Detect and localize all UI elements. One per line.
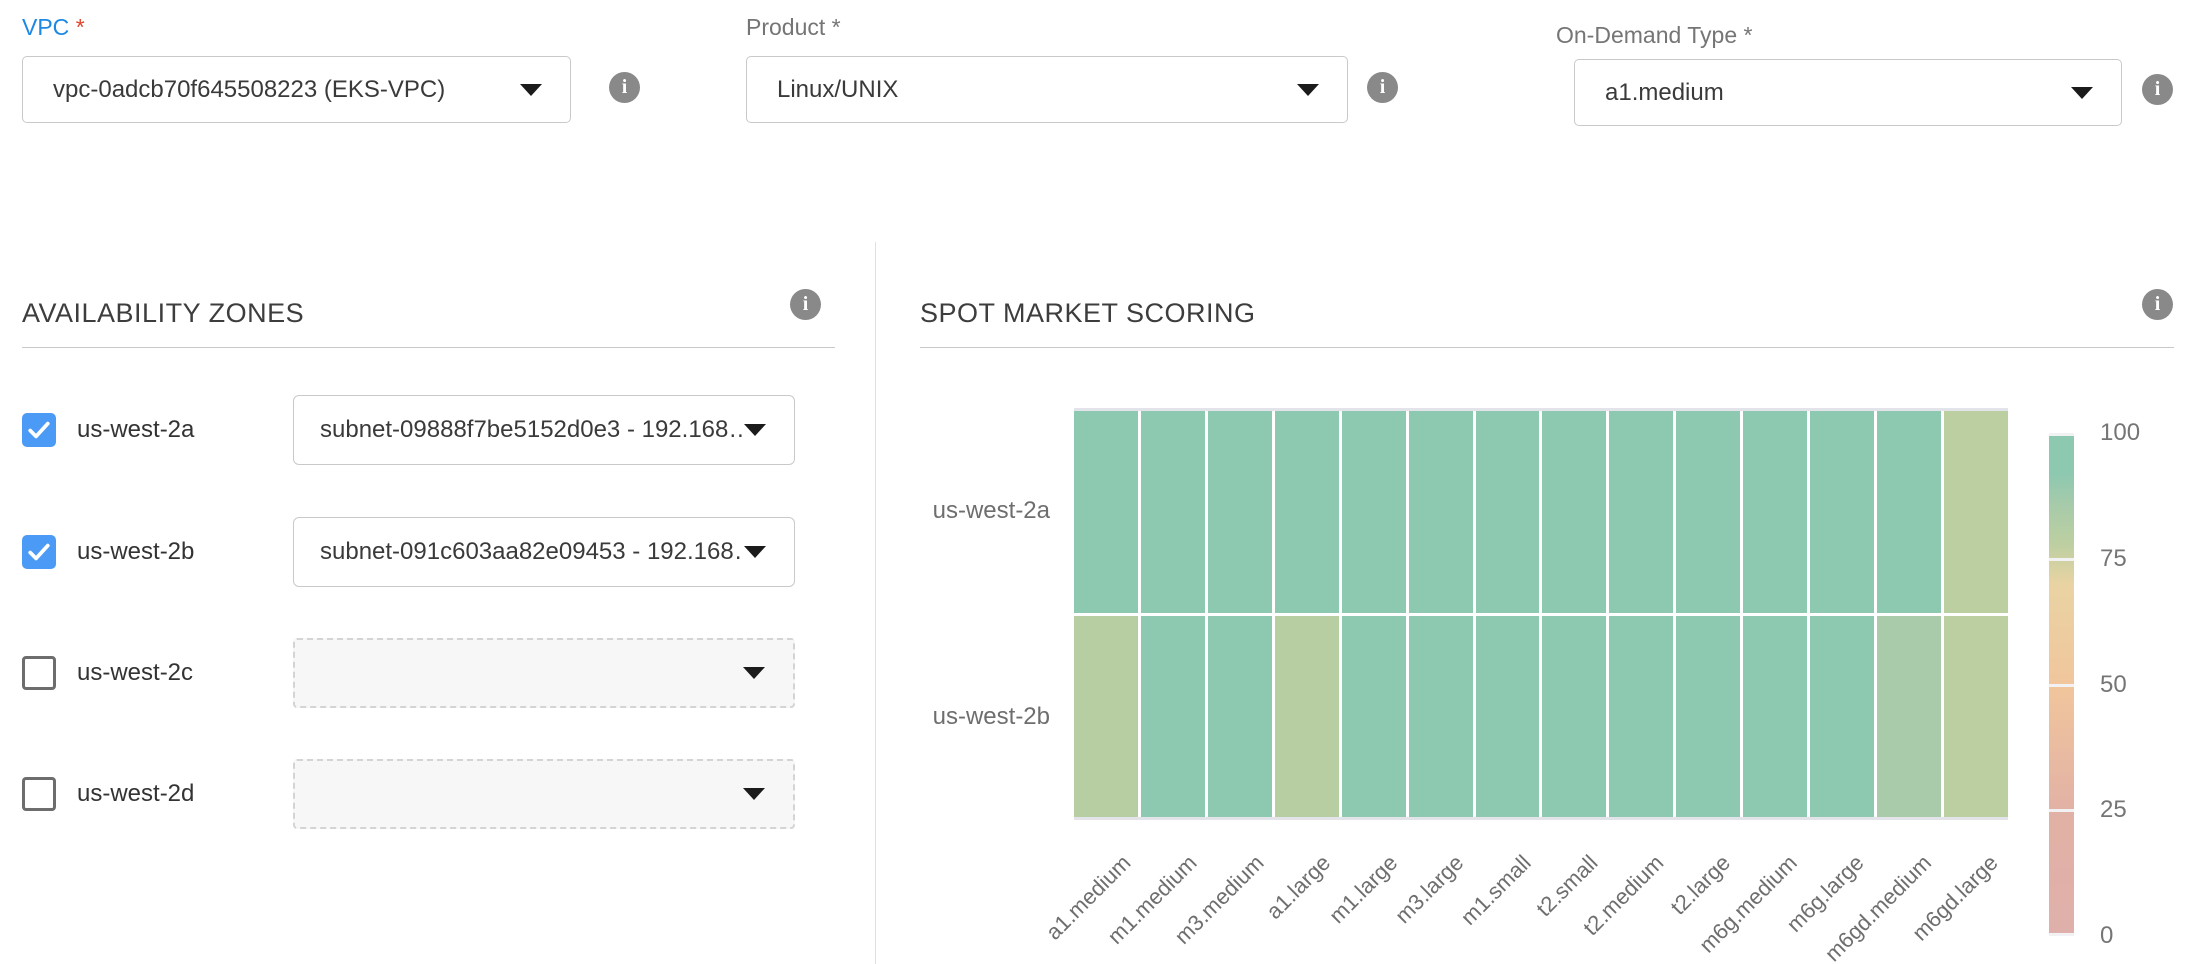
heatmap-cell[interactable] — [1810, 616, 1874, 818]
colorbar-tick-label: 0 — [2100, 922, 2113, 950]
chevron-down-icon — [2071, 87, 2093, 99]
az-checkbox-us-west-2a[interactable] — [22, 413, 56, 447]
product-info-icon[interactable]: i — [1367, 72, 1398, 103]
heatmap-row-label: us-west-2b — [890, 703, 1050, 731]
vpc-label-text: VPC — [22, 14, 69, 40]
az-subnet-dropdown-us-west-2a[interactable]: subnet-09888f7be5152d0e3 - 192.168… — [293, 395, 795, 465]
product-dropdown[interactable]: Linux/UNIX — [746, 56, 1348, 123]
product-dropdown-value: Linux/UNIX — [747, 76, 1297, 104]
on-demand-type-dropdown-value: a1.medium — [1575, 79, 2071, 107]
colorbar-tick-label: 75 — [2100, 545, 2127, 573]
on-demand-type-label-text: On-Demand Type — [1556, 22, 1737, 48]
colorbar-tick-line — [2049, 558, 2074, 561]
az-checkbox-us-west-2c[interactable] — [22, 656, 56, 690]
az-subnet-dropdown-us-west-2c[interactable] — [293, 638, 795, 708]
spot-market-heatmap — [1074, 408, 2008, 820]
heatmap-cell[interactable] — [1342, 411, 1406, 613]
heatmap-cell[interactable] — [1275, 616, 1339, 818]
heatmap-cell[interactable] — [1743, 411, 1807, 613]
product-label: Product * — [746, 14, 841, 41]
chevron-down-icon — [520, 84, 542, 96]
heatmap-cell[interactable] — [1476, 411, 1540, 613]
vpc-info-icon[interactable]: i — [609, 72, 640, 103]
spot-instance-config-page: VPC * vpc-0adcb70f645508223 (EKS-VPC) i … — [0, 0, 2196, 964]
az-name-label: us-west-2c — [77, 638, 193, 708]
az-row-us-west-2a: us-west-2a subnet-09888f7be5152d0e3 - 19… — [22, 395, 835, 465]
spot-market-scoring-info-icon[interactable]: i — [2142, 289, 2173, 320]
heatmap-cell[interactable] — [1676, 411, 1740, 613]
heatmap-column-label: a1.large — [1261, 850, 1336, 925]
heatmap-cell[interactable] — [1810, 411, 1874, 613]
heatmap-column-label: m1.small — [1455, 850, 1536, 931]
heatmap-cell[interactable] — [1141, 411, 1205, 613]
colorbar-tick-line — [2049, 809, 2074, 812]
availability-zones-divider — [22, 347, 835, 348]
az-subnet-dropdown-us-west-2b[interactable]: subnet-091c603aa82e09453 - 192.168… — [293, 517, 795, 587]
heatmap-cell[interactable] — [1409, 411, 1473, 613]
az-name-label: us-west-2a — [77, 395, 194, 465]
colorbar-tick-line — [2049, 433, 2074, 436]
az-subnet-dropdown-us-west-2d[interactable] — [293, 759, 795, 829]
heatmap-cell[interactable] — [1609, 411, 1673, 613]
chevron-down-icon — [743, 667, 765, 679]
heatmap-cell[interactable] — [1208, 411, 1272, 613]
heatmap-cell[interactable] — [1208, 616, 1272, 818]
az-subnet-value: subnet-09888f7be5152d0e3 - 192.168… — [294, 416, 744, 444]
heatmap-cell[interactable] — [1743, 616, 1807, 818]
spot-market-scoring-divider — [920, 347, 2174, 348]
az-checkbox-us-west-2b[interactable] — [22, 535, 56, 569]
heatmap-cell[interactable] — [1609, 616, 1673, 818]
az-name-label: us-west-2b — [77, 517, 194, 587]
heatmap-cell[interactable] — [1542, 616, 1606, 818]
az-checkbox-us-west-2d[interactable] — [22, 777, 56, 811]
heatmap-cell[interactable] — [1275, 411, 1339, 613]
chevron-down-icon — [1297, 84, 1319, 96]
heatmap-cell[interactable] — [1676, 616, 1740, 818]
colorbar-tick-label: 100 — [2100, 419, 2140, 447]
colorbar-tick-label: 25 — [2100, 796, 2127, 824]
colorbar-tick-line — [2049, 684, 2074, 687]
heatmap-cell[interactable] — [1542, 411, 1606, 613]
heatmap-cell[interactable] — [1877, 411, 1941, 613]
heatmap-cell[interactable] — [1342, 616, 1406, 818]
heatmap-cell[interactable] — [1944, 616, 2008, 818]
panel-divider — [875, 242, 876, 964]
heatmap-cell[interactable] — [1476, 616, 1540, 818]
heatmap-column-label: m1.large — [1324, 850, 1403, 929]
on-demand-type-dropdown[interactable]: a1.medium — [1574, 59, 2122, 126]
on-demand-type-required-asterisk: * — [1744, 22, 1753, 48]
spot-market-scoring-title: SPOT MARKET SCORING — [920, 298, 1256, 329]
chevron-down-icon — [744, 424, 766, 436]
chevron-down-icon — [743, 788, 765, 800]
heatmap-colorbar — [2049, 433, 2074, 936]
az-name-label: us-west-2d — [77, 759, 194, 829]
availability-zones-title: AVAILABILITY ZONES — [22, 298, 304, 329]
az-row-us-west-2b: us-west-2b subnet-091c603aa82e09453 - 19… — [22, 517, 835, 587]
az-row-us-west-2d: us-west-2d — [22, 759, 835, 829]
heatmap-cell[interactable] — [1074, 616, 1138, 818]
heatmap-cell[interactable] — [1074, 411, 1138, 613]
colorbar-tick-line — [2049, 933, 2074, 936]
chevron-down-icon — [744, 546, 766, 558]
vpc-dropdown[interactable]: vpc-0adcb70f645508223 (EKS-VPC) — [22, 56, 571, 123]
heatmap-cell[interactable] — [1944, 411, 2008, 613]
product-label-text: Product — [746, 14, 825, 40]
heatmap-column-label: m3.large — [1390, 850, 1469, 929]
product-required-asterisk: * — [832, 14, 841, 40]
heatmap-cell[interactable] — [1877, 616, 1941, 818]
heatmap-row-label: us-west-2a — [890, 497, 1050, 525]
availability-zones-info-icon[interactable]: i — [790, 289, 821, 320]
heatmap-cell[interactable] — [1141, 616, 1205, 818]
on-demand-type-info-icon[interactable]: i — [2142, 74, 2173, 105]
vpc-required-asterisk: * — [76, 14, 85, 40]
az-row-us-west-2c: us-west-2c — [22, 638, 835, 708]
vpc-label: VPC * — [22, 14, 85, 41]
az-subnet-value: subnet-091c603aa82e09453 - 192.168… — [294, 538, 744, 566]
on-demand-type-label: On-Demand Type * — [1556, 22, 1752, 49]
colorbar-tick-label: 50 — [2100, 671, 2127, 699]
heatmap-cell[interactable] — [1409, 616, 1473, 818]
vpc-dropdown-value: vpc-0adcb70f645508223 (EKS-VPC) — [23, 76, 520, 104]
